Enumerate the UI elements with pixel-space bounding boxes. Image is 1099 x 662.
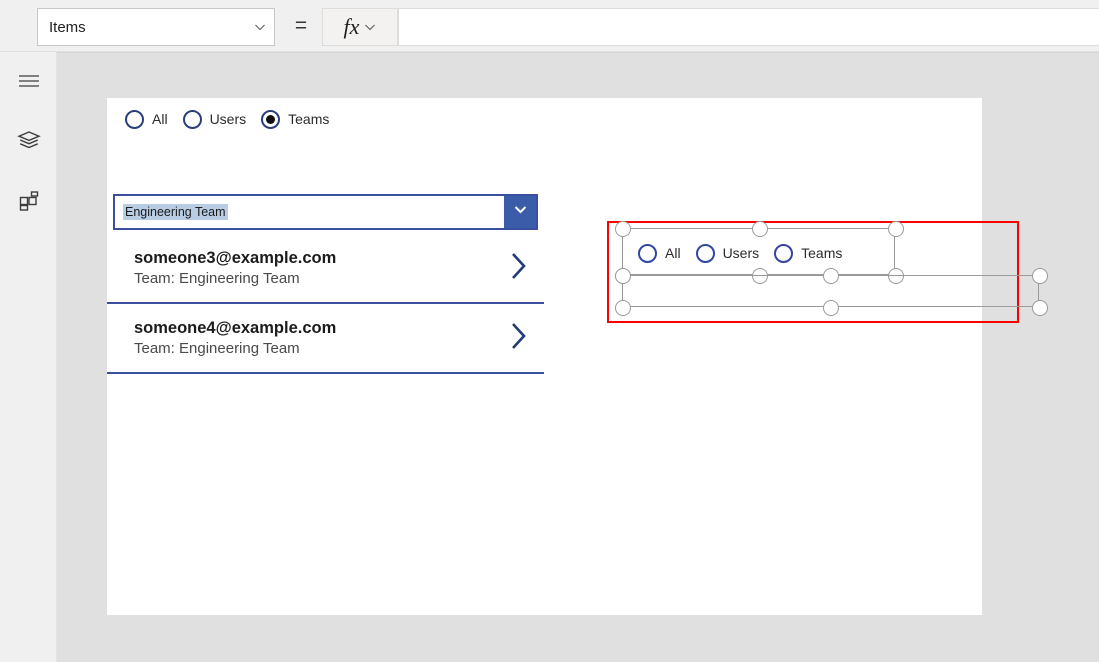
team-dropdown-value-wrap: Engineering Team [115, 196, 504, 228]
radio-option-all[interactable]: All [125, 109, 168, 129]
fx-label: fx [343, 14, 360, 39]
ghost-radio-option-all[interactable]: All [638, 243, 681, 263]
radio-circle-icon [125, 109, 144, 129]
radio-label: Teams [801, 245, 843, 261]
gallery-row-title: someone3@example.com [134, 248, 337, 267]
hamburger-menu-icon [18, 73, 40, 94]
chevron-down-icon [512, 201, 529, 223]
radio-label: All [152, 111, 168, 127]
tree-view-layers-icon [17, 130, 41, 157]
chevron-right-icon [508, 249, 530, 288]
powerapps-studio-window: Items = fx All Users Teams Engineering T… [0, 0, 1099, 662]
property-select-value: Items [49, 18, 86, 36]
results-gallery: someone3@example.com Team: Engineering T… [107, 234, 544, 374]
team-dropdown-toggle[interactable] [504, 196, 536, 228]
resize-handle-top-right[interactable] [888, 221, 904, 237]
workspace-top-divider [57, 52, 1099, 53]
left-rail [0, 52, 57, 662]
selection-highlight-box[interactable]: All Users Teams [607, 221, 1048, 323]
resize-handle-top-left[interactable] [615, 221, 631, 237]
resize-handle-bottom-center[interactable] [823, 300, 839, 316]
gallery-row-title: someone4@example.com [134, 318, 337, 337]
formula-bar: Items = fx [0, 0, 1099, 52]
equals-sign: = [294, 14, 308, 37]
ghost-radio-group[interactable]: All Users Teams [638, 241, 857, 265]
chevron-down-icon [254, 21, 266, 33]
fx-button[interactable]: fx [322, 8, 398, 46]
gallery-row-next-button[interactable] [494, 319, 544, 358]
chevron-down-icon [364, 21, 376, 33]
radio-option-teams[interactable]: Teams [261, 109, 330, 129]
radio-option-users[interactable]: Users [182, 109, 247, 129]
canvas-workspace: All Users Teams Engineering Team someone… [57, 52, 1099, 662]
resize-handle-bottom-right[interactable] [1032, 300, 1048, 316]
gallery-row-subtitle: Team: Engineering Team [134, 340, 300, 357]
hamburger-menu-button[interactable] [14, 68, 44, 98]
gallery-row-subtitle: Team: Engineering Team [134, 270, 300, 287]
resize-handle-bottom-left[interactable] [615, 300, 631, 316]
selected-control-frame-outer[interactable] [615, 268, 1048, 316]
radio-circle-icon [774, 243, 794, 263]
insert-button[interactable] [14, 188, 44, 218]
formula-input[interactable] [398, 8, 1099, 46]
radio-label: All [665, 245, 681, 261]
radio-label: Teams [288, 111, 330, 127]
team-dropdown[interactable]: Engineering Team [113, 194, 538, 230]
gallery-row-texts: someone3@example.com Team: Engineering T… [107, 247, 494, 290]
team-dropdown-value: Engineering Team [123, 204, 228, 220]
gallery-row-texts: someone4@example.com Team: Engineering T… [107, 317, 494, 360]
resize-handle-top-left[interactable] [615, 268, 631, 284]
resize-handle-top-center[interactable] [752, 221, 768, 237]
radio-label: Users [209, 111, 247, 127]
ghost-radio-option-teams[interactable]: Teams [774, 243, 843, 263]
resize-handle-top-right[interactable] [1032, 268, 1048, 284]
insert-grid-icon [17, 189, 41, 218]
resize-handle-top-center[interactable] [823, 268, 839, 284]
gallery-row[interactable]: someone4@example.com Team: Engineering T… [107, 304, 544, 374]
filter-radio-group[interactable]: All Users Teams [125, 107, 344, 131]
chevron-right-icon [508, 319, 530, 358]
radio-label: Users [722, 245, 760, 261]
selected-control-frame-inner[interactable]: All Users Teams [615, 221, 904, 284]
ghost-radio-option-users[interactable]: Users [695, 243, 760, 263]
app-screen-canvas[interactable]: All Users Teams Engineering Team someone… [107, 98, 1048, 615]
radio-circle-icon [182, 109, 202, 129]
gallery-row[interactable]: someone3@example.com Team: Engineering T… [107, 234, 544, 304]
radio-circle-icon [638, 243, 657, 263]
tree-view-button[interactable] [14, 128, 44, 158]
property-select[interactable]: Items [37, 8, 275, 46]
radio-circle-icon [695, 243, 715, 263]
gallery-row-next-button[interactable] [494, 249, 544, 288]
radio-circle-selected-icon [261, 109, 281, 129]
